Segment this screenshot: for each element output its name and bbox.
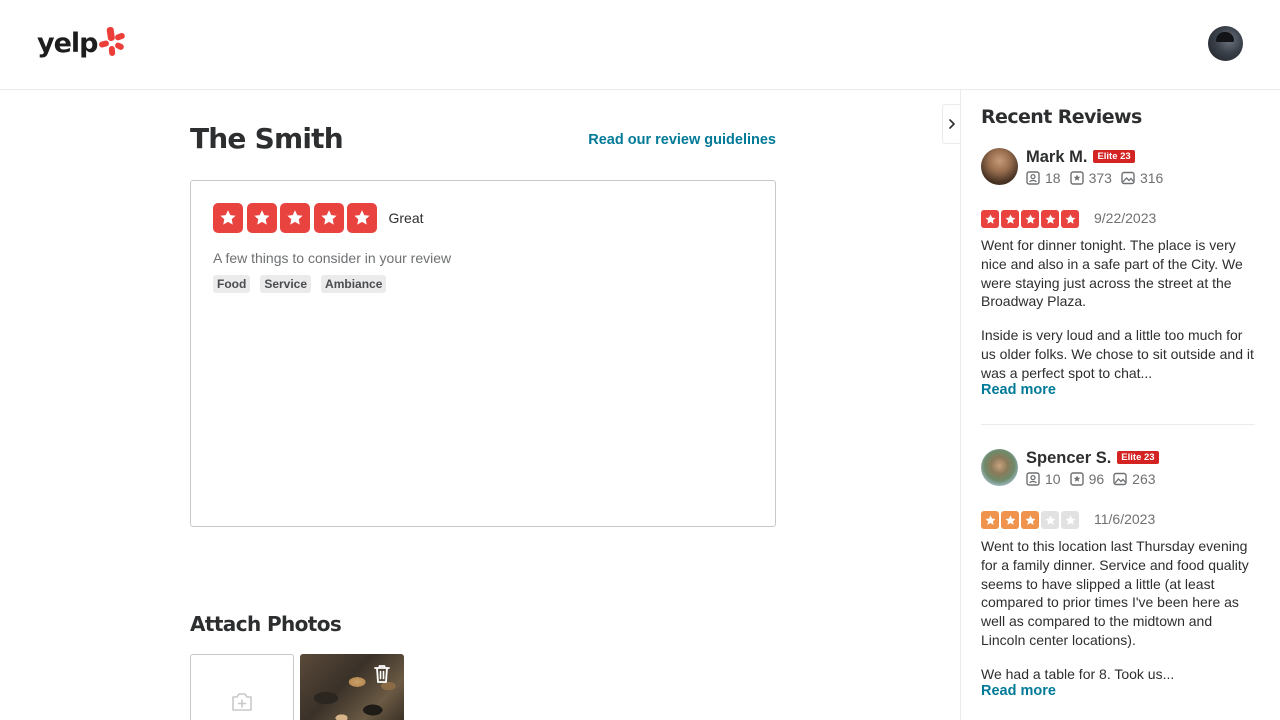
reviewer-avatar[interactable] — [981, 449, 1018, 486]
review-date: 11/6/2023 — [1094, 511, 1156, 527]
review-date: 9/22/2023 — [1094, 210, 1157, 226]
review-text: Went to this location last Thursday even… — [981, 538, 1249, 648]
review-star — [1001, 511, 1019, 529]
sidebar-title: Recent Reviews — [981, 106, 1142, 128]
friends-icon — [1026, 472, 1040, 486]
attached-photo-thumbnail — [300, 654, 404, 720]
trash-icon[interactable] — [374, 664, 390, 684]
review-star-rating — [981, 210, 1081, 228]
reviews-value: 96 — [1088, 471, 1105, 487]
rating-label: Great — [388, 210, 424, 226]
collapse-sidebar-button[interactable] — [942, 104, 961, 144]
review-star-rating — [981, 511, 1081, 529]
attach-photos-heading: Attach Photos — [190, 612, 342, 636]
reviewer-stats: 10 96 263 — [1026, 471, 1165, 487]
reviewer-avatar[interactable] — [981, 148, 1018, 185]
friends-value: 18 — [1045, 170, 1061, 186]
review-star — [1061, 210, 1079, 228]
rating-star-4[interactable] — [313, 203, 344, 233]
rating-star-3[interactable] — [280, 203, 310, 233]
reviews-count: 96 — [1069, 471, 1105, 487]
rating-star-1[interactable] — [213, 203, 243, 233]
user-avatar[interactable] — [1208, 26, 1243, 61]
review-star — [1021, 210, 1039, 228]
reviews-count: 373 — [1069, 170, 1112, 186]
review-divider — [981, 424, 1255, 425]
rating-star-2[interactable] — [246, 203, 277, 233]
yelp-logo[interactable]: yelp — [37, 26, 125, 59]
logo-text: yelp — [37, 28, 98, 59]
friends-count: 10 — [1026, 471, 1061, 487]
review-card: Spencer S. Elite 23 10 96 263 11/6/2023 W… — [981, 449, 1255, 719]
reviewer-name[interactable]: Spencer S. — [1026, 449, 1111, 467]
reviewer-stats: 18 373 316 — [1026, 170, 1172, 186]
photos-count: 263 — [1113, 471, 1156, 487]
tag-ambiance: Ambiance — [321, 275, 387, 293]
review-text-continued: We had a table for 8. Took us... — [981, 666, 1175, 682]
review-textarea[interactable]: Great A few things to consider in your r… — [190, 180, 776, 527]
review-star — [1021, 511, 1039, 529]
camera-add-icon — [232, 693, 252, 711]
review-text-continued: Inside is very loud and a little too muc… — [981, 327, 1254, 381]
elite-badge: Elite 23 — [1117, 451, 1159, 464]
yelp-burst-icon — [98, 26, 125, 56]
read-more-link[interactable]: Read more — [981, 382, 1056, 398]
reviewer-name[interactable]: Mark M. — [1026, 148, 1087, 166]
review-star — [981, 210, 999, 228]
photos-count: 316 — [1121, 170, 1163, 186]
reviews-value: 373 — [1088, 170, 1112, 186]
reviewer-name-row: Mark M. Elite 23 — [1026, 148, 1135, 167]
friends-count: 18 — [1026, 170, 1061, 186]
review-star — [1041, 511, 1059, 529]
review-star-icon — [1069, 472, 1084, 486]
tag-service: Service — [260, 275, 312, 293]
photo-icon — [1113, 472, 1127, 486]
review-star — [1061, 511, 1079, 529]
top-header: yelp — [0, 0, 1280, 90]
review-star — [1001, 210, 1019, 228]
read-more-link[interactable]: Read more — [981, 683, 1056, 699]
chevron-right-icon — [949, 119, 955, 129]
review-card: Mark M. Elite 23 18 373 316 9/22/2023 Wen… — [981, 148, 1255, 418]
consider-tags: Food Service Ambiance — [213, 275, 387, 293]
tag-food: Food — [213, 275, 251, 293]
review-star — [1041, 210, 1059, 228]
star-rating-selector[interactable]: Great — [213, 203, 424, 233]
photo-icon — [1121, 171, 1135, 185]
recent-reviews-sidebar: Recent Reviews Mark M. Elite 23 18 373 31… — [960, 90, 1280, 720]
review-prompt: A few things to consider in your review — [213, 250, 452, 266]
elite-badge: Elite 23 — [1093, 150, 1135, 163]
page-title: The Smith — [190, 122, 344, 155]
photos-value: 263 — [1132, 471, 1156, 487]
review-star — [981, 511, 999, 529]
reviewer-name-row: Spencer S. Elite 23 — [1026, 449, 1159, 468]
photos-value: 316 — [1139, 170, 1164, 186]
rating-star-5[interactable] — [347, 203, 377, 233]
friends-icon — [1026, 171, 1040, 185]
friends-value: 10 — [1045, 471, 1061, 487]
review-text: Went for dinner tonight. The place is ve… — [981, 237, 1243, 310]
review-star-icon — [1069, 171, 1084, 185]
review-guidelines-link[interactable]: Read our review guidelines — [588, 132, 776, 148]
add-photo-button[interactable] — [190, 654, 294, 720]
